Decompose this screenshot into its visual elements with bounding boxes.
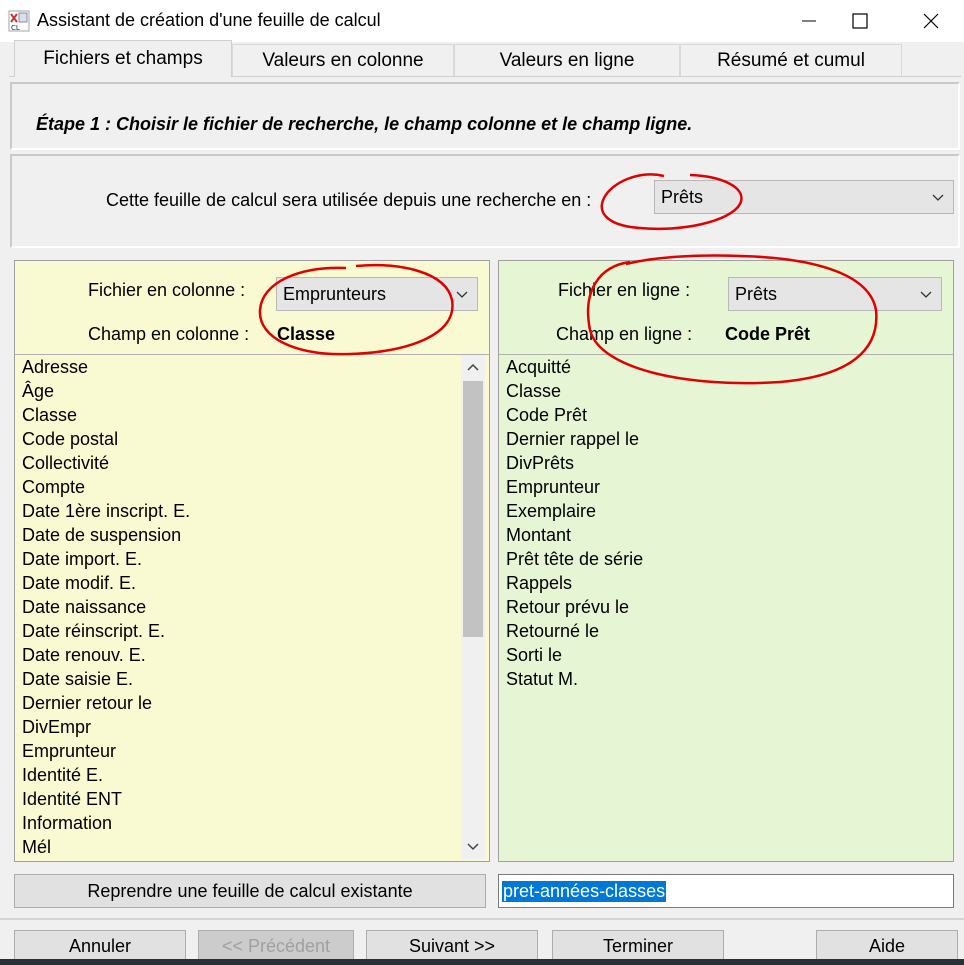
list-item[interactable]: Date naissance: [15, 595, 489, 619]
list-item[interactable]: Adresse: [15, 355, 489, 379]
tab-label: Valeurs en ligne: [499, 49, 635, 71]
cancel-button[interactable]: Annuler: [14, 930, 186, 962]
list-item[interactable]: Identité ENT: [15, 787, 489, 811]
tab-label: Fichiers et champs: [43, 48, 203, 69]
list-item[interactable]: Classe: [499, 379, 953, 403]
row-file-value: Prêts: [735, 283, 778, 304]
sheet-name-input[interactable]: pret-années-classes: [498, 874, 954, 908]
next-button[interactable]: Suivant >>: [366, 930, 538, 962]
list-item[interactable]: Date réinscript. E.: [15, 619, 489, 643]
list-item[interactable]: Dernier retour le: [15, 691, 489, 715]
help-label: Aide: [868, 935, 906, 956]
scroll-up-button[interactable]: [461, 355, 485, 379]
list-item[interactable]: Montant: [499, 523, 953, 547]
step-instruction: Étape 1 : Choisir le fichier de recherch…: [36, 114, 693, 134]
column-list-scrollbar[interactable]: [461, 355, 485, 859]
taskbar-edge: [0, 959, 964, 965]
column-field-list[interactable]: Adresse Âge Classe Code postal Collectivité C…: [15, 354, 489, 860]
list-item[interactable]: Statut M.: [499, 667, 953, 691]
column-file-select[interactable]: Emprunteurs: [276, 277, 478, 311]
list-item[interactable]: Identité E.: [15, 763, 489, 787]
list-item[interactable]: Code Prêt: [499, 403, 953, 427]
row-field-label: Champ en ligne :: [556, 324, 693, 344]
list-item[interactable]: Dernier rappel le: [499, 427, 953, 451]
search-file-select[interactable]: Prêts: [654, 180, 954, 214]
list-item[interactable]: Date modif. E.: [15, 571, 489, 595]
row-file-select[interactable]: Prêts: [728, 277, 942, 311]
list-item[interactable]: Exemplaire: [499, 499, 953, 523]
window-title: Assistant de création d'une feuille de c…: [37, 10, 381, 30]
list-item[interactable]: Mél: [15, 835, 489, 859]
step-header: Étape 1 : Choisir le fichier de recherch…: [10, 82, 960, 150]
list-item[interactable]: Date import. E.: [15, 547, 489, 571]
list-item[interactable]: Retour prévu le: [499, 595, 953, 619]
scroll-down-button[interactable]: [461, 835, 485, 859]
column-field-label: Champ en colonne :: [88, 324, 250, 344]
resume-sheet-label: Reprendre une feuille de calcul existant…: [87, 880, 413, 901]
minimize-icon: [802, 20, 816, 22]
tab-label: Valeurs en colonne: [262, 49, 424, 71]
previous-label: << Précédent: [221, 935, 331, 956]
svg-text:CL: CL: [11, 24, 20, 32]
tab-valeurs-en-ligne[interactable]: Valeurs en ligne: [454, 44, 680, 76]
chevron-down-icon: [920, 291, 932, 298]
column-field-value: Classe: [277, 324, 336, 344]
scroll-thumb[interactable]: [463, 381, 483, 637]
list-item[interactable]: Classe: [15, 403, 489, 427]
list-item[interactable]: Date de suspension: [15, 523, 489, 547]
close-icon: [923, 13, 939, 29]
search-file-value: Prêts: [661, 186, 704, 207]
next-label: Suivant >>: [408, 935, 496, 956]
list-item[interactable]: Emprunteur: [499, 475, 953, 499]
list-item[interactable]: Retourné le: [499, 619, 953, 643]
search-file-label: Cette feuille de calcul sera utilisée de…: [106, 190, 592, 210]
finish-label: Terminer: [602, 935, 673, 956]
list-item[interactable]: DivEmpr: [15, 715, 489, 739]
chevron-down-icon: [932, 194, 944, 201]
row-field-value: Code Prêt: [725, 324, 811, 344]
row-panel: Fichier en ligne : Champ en ligne : Code…: [498, 260, 954, 862]
list-item[interactable]: Date saisie E.: [15, 667, 489, 691]
title-bar: CL Assistant de création d'une feuille d…: [0, 0, 964, 42]
column-file-value: Emprunteurs: [283, 283, 387, 304]
list-item[interactable]: Code postal: [15, 427, 489, 451]
list-item[interactable]: Âge: [15, 379, 489, 403]
chevron-up-icon: [467, 363, 479, 371]
tab-resume-et-cumul[interactable]: Résumé et cumul: [680, 44, 902, 76]
list-item[interactable]: Date 1ère inscript. E.: [15, 499, 489, 523]
maximize-icon: [852, 13, 868, 29]
app-icon: CL: [8, 10, 30, 32]
list-item[interactable]: Collectivité: [15, 451, 489, 475]
list-item[interactable]: DivPrêts: [499, 451, 953, 475]
tab-valeurs-en-colonne[interactable]: Valeurs en colonne: [232, 44, 454, 76]
sheet-name-value: pret-années-classes: [502, 880, 667, 902]
list-item[interactable]: Acquitté: [499, 355, 953, 379]
maximize-button[interactable]: [829, 0, 891, 42]
help-button[interactable]: Aide: [816, 930, 958, 962]
footer-divider: [0, 918, 964, 920]
list-item[interactable]: Date renouv. E.: [15, 643, 489, 667]
close-button[interactable]: [900, 0, 962, 42]
list-item[interactable]: Rappels: [499, 571, 953, 595]
list-item[interactable]: Compte: [15, 475, 489, 499]
list-item[interactable]: Emprunteur: [15, 739, 489, 763]
tab-fichiers-et-champs[interactable]: Fichiers et champs: [14, 40, 232, 77]
tab-label: Résumé et cumul: [717, 49, 865, 71]
list-item[interactable]: Prêt tête de série: [499, 547, 953, 571]
resume-sheet-button[interactable]: Reprendre une feuille de calcul existant…: [14, 874, 486, 908]
row-file-label: Fichier en ligne :: [558, 280, 691, 300]
list-item[interactable]: Information: [15, 811, 489, 835]
row-field-list[interactable]: Acquitté Classe Code Prêt Dernier rappel le…: [499, 354, 953, 860]
list-item[interactable]: Sorti le: [499, 643, 953, 667]
previous-button: << Précédent: [198, 930, 354, 962]
chevron-down-icon: [456, 291, 468, 298]
column-panel: Fichier en colonne : Champ en colonne : …: [14, 260, 490, 862]
chevron-down-icon: [467, 843, 479, 851]
column-file-label: Fichier en colonne :: [88, 280, 246, 300]
finish-button[interactable]: Terminer: [552, 930, 724, 962]
cancel-label: Annuler: [68, 935, 132, 956]
